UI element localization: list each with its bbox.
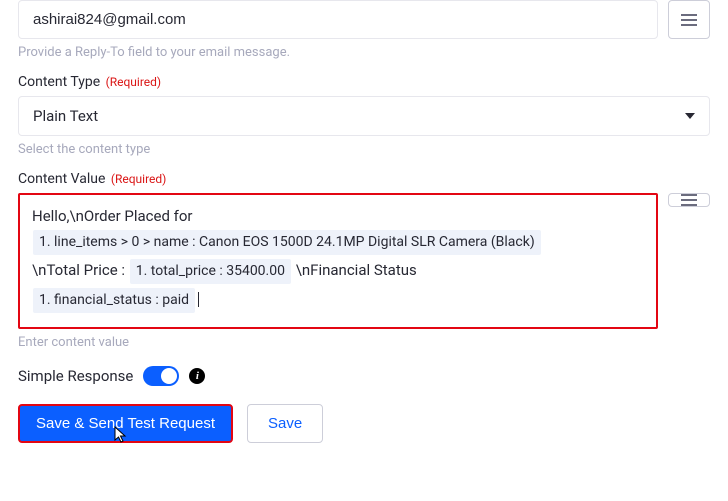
cv-chip-line-item[interactable]: 1. line_items > 0 > name : Canon EOS 150… <box>33 230 541 255</box>
toggle-knob <box>161 368 177 384</box>
content-value-field: Content Value (Required) Hello,\nOrder P… <box>18 171 710 350</box>
content-value-label: Content Value <box>18 171 105 187</box>
info-icon[interactable]: i <box>189 368 205 384</box>
content-type-value: Plain Text <box>33 107 98 125</box>
caret-down-icon <box>685 113 695 119</box>
required-tag: (Required) <box>106 75 161 89</box>
simple-response-toggle[interactable] <box>143 366 179 386</box>
simple-response-label: Simple Response <box>18 367 133 385</box>
cv-chip-financial-status[interactable]: 1. financial_status : paid <box>33 288 195 313</box>
required-tag: (Required) <box>111 172 166 186</box>
reply-to-help: Provide a Reply-To field to your email m… <box>18 45 710 60</box>
content-type-select[interactable]: Plain Text <box>18 96 710 136</box>
cv-chip-total-price[interactable]: 1. total_price : 35400.00 <box>130 259 291 284</box>
content-type-field: Content Type (Required) Plain Text Selec… <box>18 74 710 157</box>
cv-text-1: Hello,\nOrder Placed for <box>32 207 193 225</box>
content-type-label: Content Type <box>18 74 100 90</box>
reply-to-menu-button[interactable] <box>668 0 710 39</box>
hamburger-icon <box>681 14 697 26</box>
content-value-input[interactable]: Hello,\nOrder Placed for 1. line_items >… <box>18 193 658 329</box>
content-value-help: Enter content value <box>18 335 710 350</box>
text-cursor <box>198 292 199 307</box>
content-type-help: Select the content type <box>18 142 710 157</box>
save-send-test-button[interactable]: Save & Send Test Request <box>18 404 233 443</box>
cv-text-3: \nFinancial Status <box>296 261 417 279</box>
simple-response-row: Simple Response i <box>18 366 710 386</box>
button-row: Save & Send Test Request Save <box>18 404 710 443</box>
hamburger-icon <box>681 194 697 206</box>
cv-text-2: \nTotal Price : <box>32 261 129 279</box>
save-button[interactable]: Save <box>247 404 323 443</box>
content-value-menu-button[interactable] <box>668 193 710 207</box>
reply-to-field: Provide a Reply-To field to your email m… <box>18 0 710 60</box>
reply-to-input[interactable] <box>18 0 658 39</box>
